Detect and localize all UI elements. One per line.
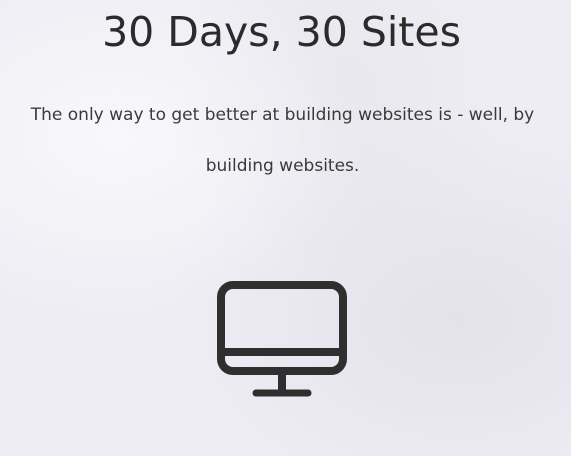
page-title: 30 Days, 30 Sites — [102, 8, 461, 56]
page-subtitle: The only way to get better at building w… — [30, 105, 535, 176]
desktop-monitor-icon — [217, 281, 347, 397]
